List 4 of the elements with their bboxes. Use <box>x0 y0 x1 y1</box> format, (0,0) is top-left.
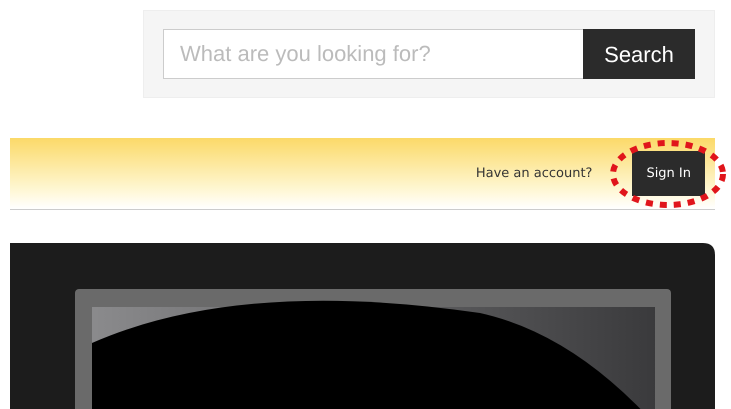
account-prompt: Have an account? <box>476 164 592 183</box>
search-field[interactable]: What are you looking for? <box>163 29 583 79</box>
sign-in-button[interactable]: Sign In <box>632 151 705 196</box>
search-button[interactable]: Search <box>583 29 695 79</box>
